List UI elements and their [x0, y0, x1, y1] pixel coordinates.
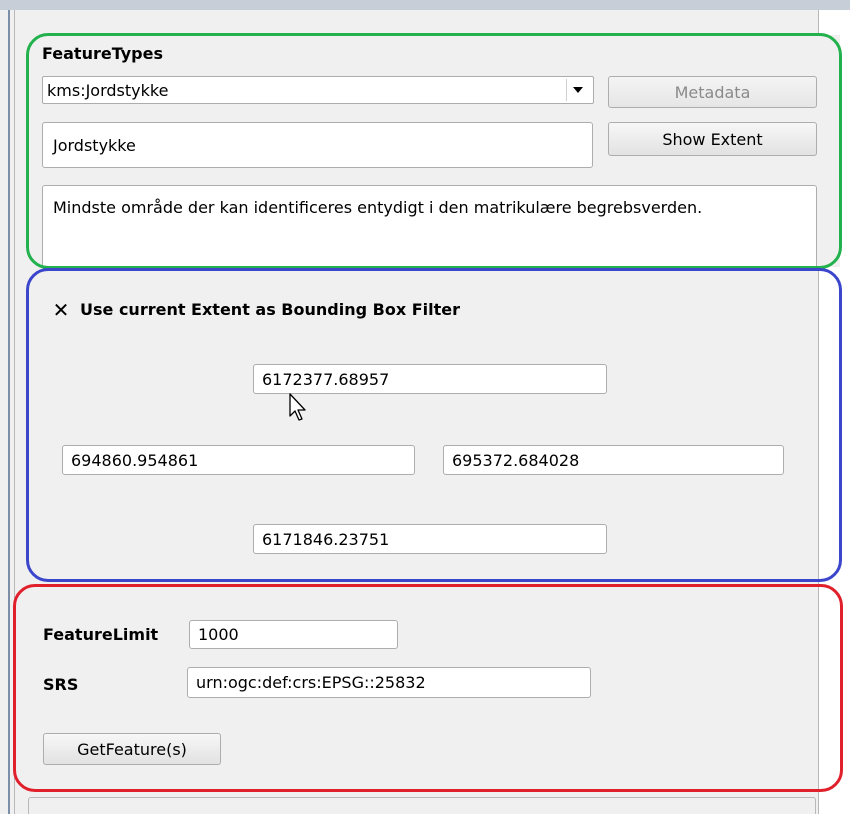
bbox-south-input[interactable]: 6171846.23751 — [253, 524, 607, 554]
mouse-pointer-icon — [289, 393, 306, 421]
bbox-east-input[interactable]: 695372.684028 — [443, 445, 784, 475]
bbox-north-input[interactable]: 6172377.68957 — [253, 364, 607, 394]
bbox-checkbox[interactable]: ✕ — [52, 300, 70, 320]
bbox-checkbox-row[interactable]: ✕ Use current Extent as Bounding Box Fil… — [52, 300, 460, 320]
bbox-checkbox-label: Use current Extent as Bounding Box Filte… — [80, 300, 460, 319]
feature-limit-input[interactable]: 1000 — [189, 620, 398, 649]
srs-label: SRS — [43, 675, 79, 694]
get-features-button[interactable]: GetFeature(s) — [43, 733, 221, 765]
left-splitter[interactable] — [8, 10, 10, 814]
next-panel-edge — [28, 797, 816, 814]
srs-input[interactable]: urn:ogc:def:crs:EPSG::25832 — [187, 667, 591, 698]
bbox-west-input[interactable]: 694860.954861 — [62, 445, 415, 475]
feature-limit-label: FeatureLimit — [43, 625, 159, 644]
top-border — [0, 0, 850, 10]
featuretypes-group-outline — [26, 33, 842, 269]
